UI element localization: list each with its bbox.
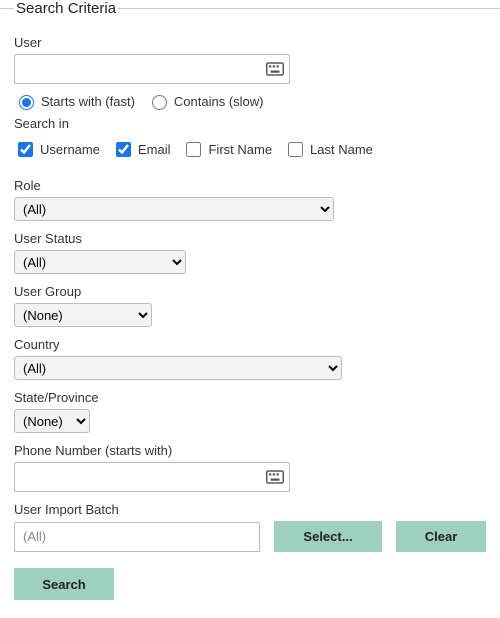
- chk-firstname[interactable]: [186, 142, 201, 157]
- match-starts-option[interactable]: Starts with (fast): [14, 92, 135, 110]
- role-label: Role: [14, 178, 486, 193]
- match-contains-radio[interactable]: [152, 95, 167, 110]
- country-field: Country (All): [14, 337, 486, 380]
- chk-username-label: Username: [40, 142, 100, 157]
- batch-input[interactable]: [14, 522, 260, 552]
- role-field: Role (All): [14, 178, 486, 221]
- user-label: User: [14, 35, 486, 50]
- phone-field: Phone Number (starts with): [14, 443, 486, 492]
- clear-button[interactable]: Clear: [396, 521, 486, 552]
- search-in-label: Search in: [14, 116, 486, 131]
- status-select[interactable]: (All): [14, 250, 186, 274]
- group-label: User Group: [14, 284, 486, 299]
- group-field: User Group (None): [14, 284, 486, 327]
- status-label: User Status: [14, 231, 486, 246]
- search-button[interactable]: Search: [14, 568, 114, 600]
- user-field: User Starts with (fast) Contains (sl: [14, 35, 486, 110]
- chk-username-wrap[interactable]: Username: [14, 139, 100, 160]
- keyboard-icon: [266, 468, 284, 486]
- search-in-options: Username Email First Name Last Name: [14, 139, 486, 160]
- match-starts-radio[interactable]: [19, 95, 34, 110]
- panel-legend: Search Criteria: [14, 0, 118, 17]
- phone-input-wrap: [14, 462, 290, 492]
- match-contains-option[interactable]: Contains (slow): [147, 92, 264, 110]
- phone-label: Phone Number (starts with): [14, 443, 486, 458]
- country-label: Country: [14, 337, 486, 352]
- match-starts-label: Starts with (fast): [41, 94, 135, 109]
- match-mode-group: Starts with (fast) Contains (slow): [14, 92, 486, 110]
- chk-email[interactable]: [116, 142, 131, 157]
- batch-label: User Import Batch: [14, 502, 486, 517]
- chk-username[interactable]: [18, 142, 33, 157]
- keyboard-icon: [266, 60, 284, 78]
- state-select[interactable]: (None): [14, 409, 90, 433]
- status-field: User Status (All): [14, 231, 486, 274]
- batch-field: User Import Batch Select... Clear: [14, 502, 486, 552]
- batch-input-wrap: [14, 522, 260, 552]
- chk-firstname-wrap[interactable]: First Name: [182, 139, 272, 160]
- chk-email-label: Email: [138, 142, 171, 157]
- user-input-wrap: [14, 54, 290, 84]
- match-contains-label: Contains (slow): [174, 94, 264, 109]
- select-button[interactable]: Select...: [274, 521, 382, 552]
- chk-firstname-label: First Name: [208, 142, 272, 157]
- state-label: State/Province: [14, 390, 486, 405]
- phone-input[interactable]: [14, 462, 290, 492]
- group-select[interactable]: (None): [14, 303, 152, 327]
- batch-row: Select... Clear: [14, 521, 486, 552]
- country-select[interactable]: (All): [14, 356, 342, 380]
- chk-email-wrap[interactable]: Email: [112, 139, 171, 160]
- user-input[interactable]: [14, 54, 290, 84]
- state-field: State/Province (None): [14, 390, 486, 433]
- role-select[interactable]: (All): [14, 197, 334, 221]
- chk-lastname[interactable]: [288, 142, 303, 157]
- chk-lastname-wrap[interactable]: Last Name: [284, 139, 373, 160]
- chk-lastname-label: Last Name: [310, 142, 373, 157]
- search-criteria-panel: Search Criteria User Starts with (fast): [0, 0, 500, 618]
- search-in-field: Search in Username Email First Name Last…: [14, 116, 486, 160]
